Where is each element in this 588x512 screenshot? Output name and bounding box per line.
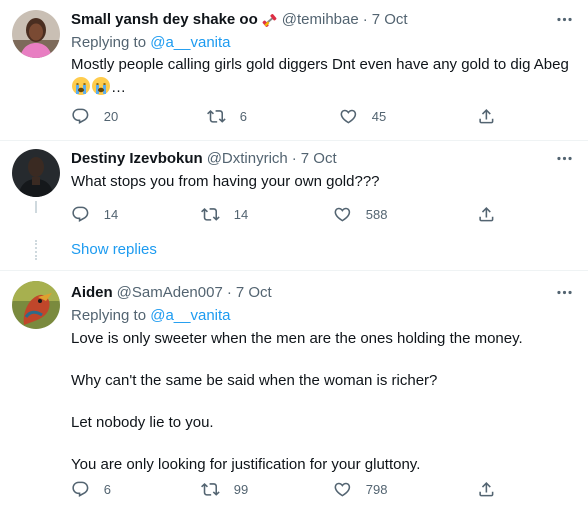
avatar[interactable] (12, 149, 60, 197)
more-icon[interactable] (552, 148, 576, 168)
timestamp[interactable]: 7 Oct (372, 10, 408, 30)
retweet-button[interactable]: 6 (207, 106, 247, 126)
replying-prefix: Replying to (71, 307, 147, 324)
reply-button[interactable]: 6 (71, 479, 111, 499)
retweet-icon (201, 205, 220, 224)
replying-to: Replying to @a__vanita (71, 305, 576, 326)
loudly-crying-face-icon (71, 76, 91, 96)
reply-count: 6 (103, 481, 111, 497)
more-icon[interactable] (552, 282, 576, 302)
dumbbell-icon (261, 12, 278, 29)
like-button[interactable]: 588 (333, 204, 387, 224)
retweet-count: 6 (239, 108, 247, 124)
tweet-text-content: Mostly people calling girls gold diggers… (71, 56, 569, 73)
separator: · (362, 11, 368, 28)
tweet-actions: 20 6 45 (71, 106, 501, 126)
tweet-header: Destiny Izevbokun @Dxtinyrich · 7 Oct (71, 149, 576, 169)
heart-icon (339, 107, 358, 126)
tweet-paragraph: You are only looking for justification f… (71, 456, 421, 473)
share-icon (477, 480, 496, 499)
tweet-header: Small yansh dey shake oo @temihbae · 7 O… (71, 10, 576, 30)
tweet-text-content: What stops you from having your own gold… (71, 173, 380, 190)
tweet-paragraph: Let nobody lie to you. (71, 414, 214, 431)
tweet-1[interactable]: Small yansh dey shake oo @temihbae · 7 O… (0, 0, 588, 140)
thread-line (35, 201, 37, 213)
like-count: 588 (365, 206, 388, 222)
timestamp[interactable]: 7 Oct (301, 149, 337, 169)
tweet-header: Aiden @SamAden007 · 7 Oct (71, 283, 576, 303)
heart-icon (333, 205, 352, 224)
share-button[interactable] (477, 106, 496, 126)
truncation-ellipsis: … (111, 79, 126, 96)
reply-count: 14 (103, 206, 119, 222)
tweet-paragraph: Why can't the same be said when the woma… (71, 372, 438, 389)
loudly-crying-face-icon (91, 76, 111, 96)
replying-prefix: Replying to (71, 34, 147, 51)
like-count: 798 (365, 481, 388, 497)
heart-icon (333, 480, 352, 499)
tweet-3[interactable]: Aiden @SamAden007 · 7 Oct Replying to @a… (0, 271, 588, 512)
mention-link[interactable]: @a__vanita (150, 307, 230, 324)
display-name[interactable]: Small yansh dey shake oo (71, 10, 258, 30)
separator: · (291, 150, 297, 167)
retweet-button[interactable]: 14 (201, 204, 248, 224)
avatar[interactable] (12, 10, 60, 58)
retweet-icon (201, 480, 220, 499)
tweet-2[interactable]: Destiny Izevbokun @Dxtinyrich · 7 Oct Wh… (0, 141, 588, 241)
replying-to: Replying to @a__vanita (71, 32, 576, 53)
reply-icon (71, 107, 90, 126)
reply-button[interactable]: 20 (71, 106, 118, 126)
share-icon (477, 107, 496, 126)
mention-link[interactable]: @a__vanita (150, 34, 230, 51)
thread-dotted-line (35, 240, 37, 260)
handle[interactable]: @SamAden007 (117, 283, 223, 303)
avatar[interactable] (12, 281, 60, 329)
handle[interactable]: @Dxtinyrich (207, 149, 288, 169)
tweet-text: Mostly people calling girls gold diggers… (71, 54, 576, 99)
handle[interactable]: @temihbae (282, 10, 359, 30)
share-button[interactable] (477, 479, 496, 499)
like-count: 45 (371, 108, 387, 124)
share-button[interactable] (477, 204, 496, 224)
tweet-text: Love is only sweeter when the men are th… (71, 328, 576, 476)
retweet-count: 99 (233, 481, 249, 497)
reply-icon (71, 205, 90, 224)
tweet-actions: 14 14 588 (71, 204, 501, 224)
reply-button[interactable]: 14 (71, 204, 118, 224)
retweet-button[interactable]: 99 (201, 479, 248, 499)
display-name[interactable]: Destiny Izevbokun (71, 149, 203, 169)
more-icon[interactable] (552, 9, 576, 29)
retweet-count: 14 (233, 206, 249, 222)
tweet-actions: 6 99 798 (71, 479, 501, 499)
display-name[interactable]: Aiden (71, 283, 113, 303)
separator: · (226, 284, 232, 301)
like-button[interactable]: 798 (333, 479, 387, 499)
like-button[interactable]: 45 (339, 106, 386, 126)
show-replies-link[interactable]: Show replies (71, 240, 157, 260)
tweet-text: What stops you from having your own gold… (71, 171, 576, 193)
share-icon (477, 205, 496, 224)
reply-icon (71, 480, 90, 499)
tweet-paragraph: Love is only sweeter when the men are th… (71, 330, 523, 347)
reply-count: 20 (103, 108, 119, 124)
retweet-icon (207, 107, 226, 126)
timestamp[interactable]: 7 Oct (236, 283, 272, 303)
